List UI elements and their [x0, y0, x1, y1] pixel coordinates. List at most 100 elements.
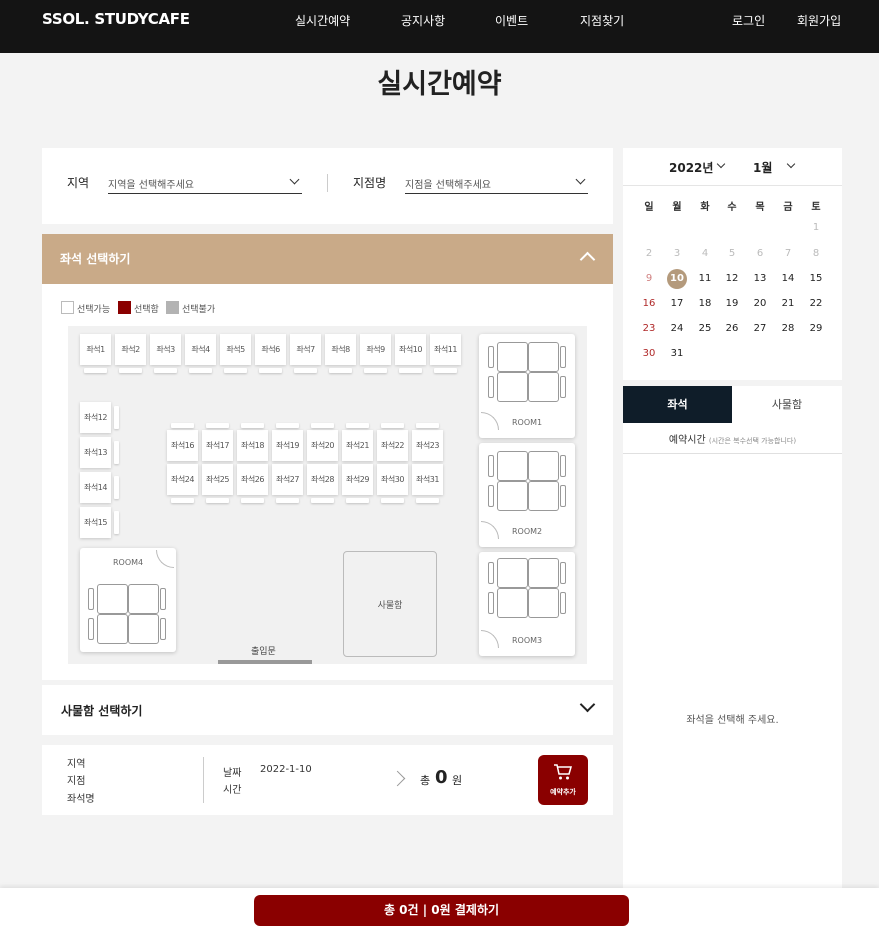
day-13[interactable]: 13 [750, 273, 770, 284]
signup-link[interactable]: 회원가입 [797, 12, 841, 29]
day-10[interactable]: 10 [667, 269, 687, 289]
room2[interactable]: ROOM2 [479, 443, 575, 547]
day-16[interactable]: 16 [639, 298, 659, 309]
total-amount: 0 [435, 767, 448, 788]
day-22[interactable]: 22 [806, 298, 826, 309]
seat-29[interactable]: 좌석29 [342, 464, 373, 495]
seat-8[interactable]: 좌석8 [325, 334, 356, 365]
seat-10[interactable]: 좌석10 [395, 334, 426, 365]
seat-4[interactable]: 좌석4 [185, 334, 216, 365]
room3-label: ROOM3 [512, 636, 543, 645]
day-17[interactable]: 17 [667, 298, 687, 309]
day-20[interactable]: 20 [750, 298, 770, 309]
seat-25[interactable]: 좌석25 [202, 464, 233, 495]
seat-3[interactable]: 좌석3 [150, 334, 181, 365]
day-21[interactable]: 21 [778, 298, 798, 309]
branch-select[interactable]: 지점을 선택해주세요 [405, 172, 588, 194]
day-15[interactable]: 15 [806, 273, 826, 284]
seat-chair [224, 368, 247, 373]
seat-17[interactable]: 좌석17 [202, 430, 233, 461]
seat-12[interactable]: 좌석12 [80, 402, 111, 433]
room1[interactable]: ROOM1 [479, 334, 575, 438]
seat-11[interactable]: 좌석11 [430, 334, 461, 365]
seat-30[interactable]: 좌석30 [377, 464, 408, 495]
day-18[interactable]: 18 [695, 298, 715, 309]
room2-label: ROOM2 [512, 527, 543, 536]
prev-day: 1 [812, 222, 820, 233]
locker-area[interactable]: 사물함 [343, 551, 437, 657]
day-14[interactable]: 14 [778, 273, 798, 284]
seat-chair [364, 368, 387, 373]
day-24[interactable]: 24 [667, 323, 687, 334]
day-28[interactable]: 28 [778, 323, 798, 334]
day-9[interactable]: 9 [639, 273, 659, 284]
seat-chair [114, 476, 119, 499]
tab-seat[interactable]: 좌석 [623, 386, 732, 423]
seat-22[interactable]: 좌석22 [377, 430, 408, 461]
seat-26[interactable]: 좌석26 [237, 464, 268, 495]
seat-2[interactable]: 좌석2 [115, 334, 146, 365]
legend-selected: 선택함 [134, 305, 159, 315]
seat-6[interactable]: 좌석6 [255, 334, 286, 365]
seat-13[interactable]: 좌석13 [80, 437, 111, 468]
seat-chair [311, 423, 334, 428]
seat-18[interactable]: 좌석18 [237, 430, 268, 461]
day-26[interactable]: 26 [722, 323, 742, 334]
weekday-0: 일 [644, 202, 654, 213]
day-27[interactable]: 27 [750, 323, 770, 334]
day-25[interactable]: 25 [695, 323, 715, 334]
seat-31[interactable]: 좌석31 [412, 464, 443, 495]
seat-9[interactable]: 좌석9 [360, 334, 391, 365]
seat-28[interactable]: 좌석28 [307, 464, 338, 495]
seat-15[interactable]: 좌석15 [80, 507, 111, 538]
prev-day: 6 [756, 248, 764, 259]
seat-27[interactable]: 좌석27 [272, 464, 303, 495]
day-23[interactable]: 23 [639, 323, 659, 334]
seat-chair [241, 498, 264, 503]
seat-21[interactable]: 좌석21 [342, 430, 373, 461]
locker-section[interactable]: 사물함 선택하기 [42, 685, 613, 735]
year-select[interactable]: 2022년 [669, 159, 713, 176]
seat-1[interactable]: 좌석1 [80, 334, 111, 365]
seat-section-title: 좌석 선택하기 [60, 252, 131, 266]
nav-notice[interactable]: 공지사항 [401, 12, 445, 29]
prev-day: 8 [812, 248, 820, 259]
day-12[interactable]: 12 [722, 273, 742, 284]
weekday-1: 월 [672, 202, 682, 213]
date-label: 날짜 [223, 768, 242, 779]
seat-map: 좌석1 좌석2 좌석3 좌석4 좌석5 좌석6 좌석7 좌석8 좌석9 좌석10 좌석11 좌석12 좌… [68, 326, 587, 664]
nav-find-branch[interactable]: 지점찾기 [580, 12, 624, 29]
day-11[interactable]: 11 [695, 273, 715, 284]
month-select[interactable]: 1월 [753, 159, 772, 176]
seat-24[interactable]: 좌석24 [167, 464, 198, 495]
seat-section-header[interactable]: 좌석 선택하기 [42, 234, 613, 284]
add-reservation-button[interactable]: 예약추가 [538, 755, 588, 805]
seat-16[interactable]: 좌석16 [167, 430, 198, 461]
reservation-summary: 지역 지점 좌석명 날짜 2022-1-10 시간 총 0 원 예약추가 [42, 745, 613, 815]
day-29[interactable]: 29 [806, 323, 826, 334]
nav-event[interactable]: 이벤트 [495, 12, 528, 29]
seat-20[interactable]: 좌석20 [307, 430, 338, 461]
room3[interactable]: ROOM3 [479, 552, 575, 656]
room4[interactable]: ROOM4 [80, 548, 176, 652]
seat-14[interactable]: 좌석14 [80, 472, 111, 503]
seat-23[interactable]: 좌석23 [412, 430, 443, 461]
seat-chair [259, 368, 282, 373]
nav-realtime[interactable]: 실시간예약 [295, 12, 350, 29]
day-31[interactable]: 31 [667, 348, 687, 359]
top-header: SSOL. STUDYCAFE 실시간예약 공지사항 이벤트 지점찾기 로그인 … [0, 0, 879, 53]
seat-19[interactable]: 좌석19 [272, 430, 303, 461]
tab-locker[interactable]: 사물함 [732, 386, 842, 423]
region-select[interactable]: 지역을 선택해주세요 [108, 172, 302, 194]
logo[interactable]: SSOL. STUDYCAFE [42, 10, 190, 28]
pay-button[interactable]: 총 0건 | 0원 결제하기 [254, 895, 629, 926]
locker-area-label: 사물함 [377, 601, 403, 611]
login-link[interactable]: 로그인 [732, 12, 765, 29]
day-19[interactable]: 19 [722, 298, 742, 309]
seat-5[interactable]: 좌석5 [220, 334, 251, 365]
day-30[interactable]: 30 [639, 348, 659, 359]
divider [623, 453, 842, 454]
seat-7[interactable]: 좌석7 [290, 334, 321, 365]
calendar: 2022년 1월 일 월 화 수 목 금 토 2 3 4 5 6 7 8 1 9 10 11 12 13 14 15 16 1… [623, 148, 842, 380]
filter-panel: 지역 지역을 선택해주세요 지점명 지점을 선택해주세요 [42, 148, 613, 224]
